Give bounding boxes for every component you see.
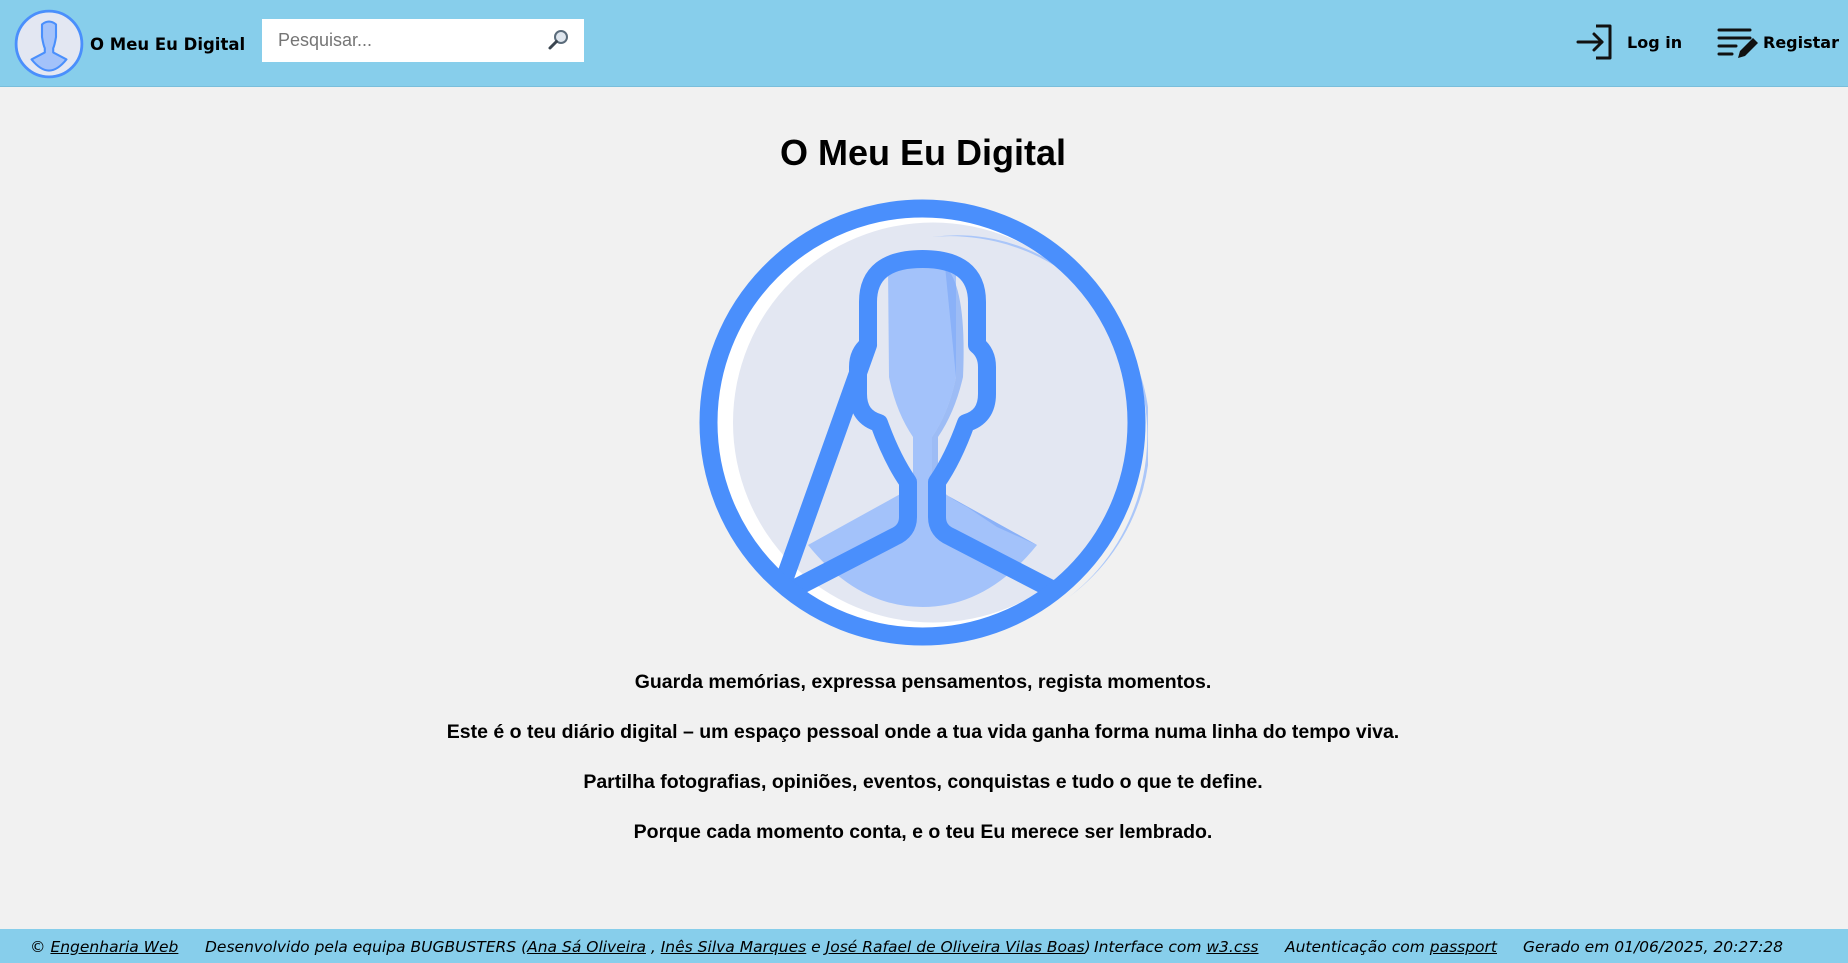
w3css-link[interactable]: w3.css: [1206, 938, 1258, 956]
search-box: [262, 19, 584, 62]
edit-list-icon: [1717, 28, 1758, 58]
footer-generated-timestamp: Gerado em 01/06/2025, 20:27:28: [1523, 938, 1784, 956]
intro-paragraph: Este é o teu diário digital – um espaço …: [446, 721, 1400, 743]
search-icon[interactable]: [546, 28, 570, 52]
footer-auth: Autenticação com passport: [1285, 938, 1497, 956]
register-label: Registar: [1763, 32, 1839, 52]
course-link[interactable]: Engenharia Web: [50, 938, 178, 956]
footer-team: Desenvolvido pela equipa BUGBUSTERS (Ana…: [205, 938, 1091, 956]
hero-avatar: [697, 197, 1148, 648]
team-prefix: Desenvolvido pela equipa BUGBUSTERS (: [205, 938, 528, 956]
register-link[interactable]: Registar: [1716, 20, 1839, 64]
auth-prefix: Autenticação com: [1285, 938, 1430, 956]
top-navigation-bar: O Meu Eu Digital Log in Registar: [0, 0, 1848, 87]
member-link-jose[interactable]: José Rafael de Oliveira Vilas Boas: [826, 938, 1085, 956]
member-separator: ,: [645, 938, 661, 956]
copyright-symbol: ©: [30, 938, 46, 956]
login-label: Log in: [1627, 32, 1683, 52]
member-link-ines[interactable]: Inês Silva Marques: [661, 938, 807, 956]
sign-in-icon: [1576, 24, 1612, 60]
intro-text: Guarda memórias, expressa pensamentos, r…: [0, 668, 1846, 868]
brand-home-link[interactable]: O Meu Eu Digital: [14, 9, 245, 79]
footer: © Engenharia Web Desenvolvido pela equip…: [0, 929, 1848, 963]
search-input[interactable]: [262, 20, 548, 61]
passport-link[interactable]: passport: [1430, 938, 1497, 956]
intro-paragraph: Porque cada momento conta, e o teu Eu me…: [633, 821, 1213, 843]
page-title: O Meu Eu Digital: [779, 132, 1066, 173]
brand-title: O Meu Eu Digital: [90, 34, 246, 54]
member-link-ana[interactable]: Ana Sá Oliveira: [527, 938, 646, 956]
intro-paragraph: Partilha fotografias, opiniões, eventos,…: [583, 771, 1263, 793]
interface-prefix: Interface com: [1094, 938, 1207, 956]
footer-copyright: © Engenharia Web: [30, 938, 178, 956]
footer-interface: Interface com w3.css: [1094, 938, 1259, 956]
user-avatar-icon: [14, 9, 84, 79]
user-silhouette-icon: [699, 199, 1148, 646]
team-suffix: ): [1084, 938, 1091, 956]
intro-paragraph: Guarda memórias, expressa pensamentos, r…: [634, 671, 1212, 693]
member-separator: e: [806, 938, 826, 956]
login-link[interactable]: Log in: [1576, 20, 1682, 64]
